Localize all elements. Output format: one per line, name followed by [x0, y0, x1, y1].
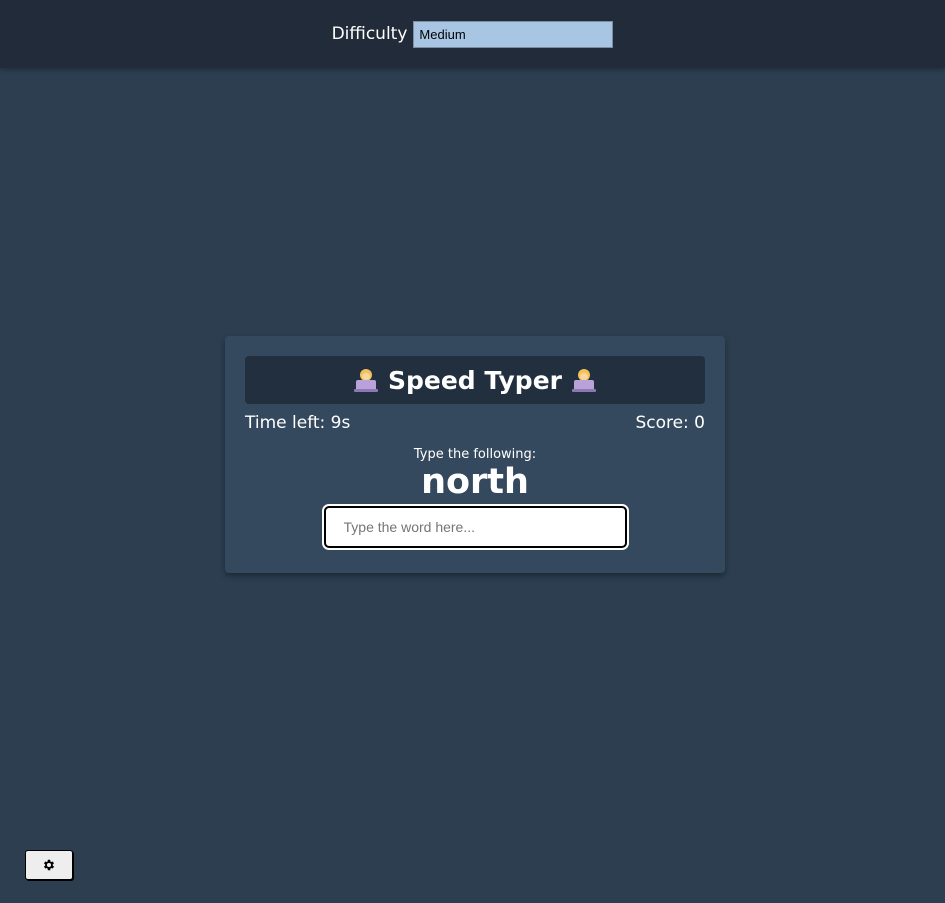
title-box: Speed Typer [245, 356, 705, 404]
gear-icon [43, 859, 55, 871]
info-row: Time left: 9s Score: 0 [245, 413, 705, 433]
input-wrap [245, 504, 705, 550]
technologist-icon [354, 368, 378, 392]
title-text: Speed Typer [388, 365, 562, 395]
target-word: north [421, 462, 529, 502]
difficulty-select[interactable]: Medium [413, 20, 614, 48]
page-title: Speed Typer [354, 366, 596, 395]
time-left: Time left: 9s [245, 413, 351, 433]
prompt-text: Type the following: [413, 447, 537, 462]
game-container: Speed Typer Time left: 9s Score: 0 Type … [225, 336, 725, 573]
score: Score: 0 [635, 413, 705, 433]
word-input[interactable] [321, 504, 629, 550]
difficulty-label: Difficulty [331, 24, 408, 44]
settings-bar: Difficulty Medium [0, 0, 945, 68]
settings-button[interactable] [25, 850, 73, 880]
technologist-icon [571, 368, 596, 392]
